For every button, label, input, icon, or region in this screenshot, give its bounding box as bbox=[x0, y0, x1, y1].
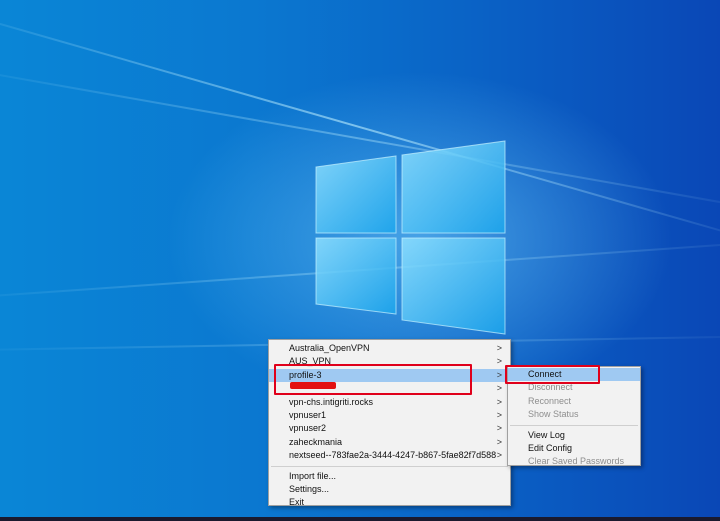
chevron-right-icon: > bbox=[496, 409, 502, 420]
menu-item-label: vpn-chs.intigriti.rocks bbox=[289, 396, 374, 407]
settings-item[interactable]: Settings... bbox=[269, 483, 510, 496]
chevron-right-icon: > bbox=[496, 343, 502, 353]
exit-item[interactable]: Exit bbox=[269, 496, 510, 509]
menu-item-profile[interactable]: zaheckmania > bbox=[269, 436, 510, 449]
annotation-box-connect bbox=[505, 365, 600, 384]
menu-item-label: Australia_OpenVPN bbox=[289, 343, 370, 353]
chevron-right-icon: > bbox=[496, 450, 502, 461]
reconnect-item[interactable]: Reconnect bbox=[508, 395, 640, 408]
chevron-right-icon: > bbox=[496, 423, 502, 434]
import-file-item[interactable]: Import file... bbox=[269, 470, 510, 483]
chevron-right-icon: > bbox=[496, 369, 502, 380]
chevron-right-icon: > bbox=[496, 436, 502, 447]
menu-item-label: nextseed--783fae2a-3444-4247-b867-5fae82… bbox=[289, 450, 497, 461]
menu-item-label: vpnuser2 bbox=[289, 423, 327, 434]
menu-item-profile[interactable]: Australia_OpenVPN > bbox=[269, 342, 510, 355]
annotation-box-profile bbox=[274, 364, 472, 395]
menu-item-profile[interactable]: vpn-chs.intigriti.rocks > bbox=[269, 396, 510, 409]
chevron-right-icon: > bbox=[496, 356, 502, 367]
menu-item-label: vpnuser1 bbox=[289, 409, 327, 420]
show-status-item[interactable]: Show Status bbox=[508, 408, 640, 421]
view-log-item[interactable]: View Log bbox=[508, 429, 640, 442]
menu-item-profile[interactable]: nextseed--783fae2a-3444-4247-b867-5fae82… bbox=[269, 449, 510, 462]
taskbar bbox=[0, 517, 720, 521]
edit-config-item[interactable]: Edit Config bbox=[508, 442, 640, 455]
chevron-right-icon: > bbox=[496, 383, 502, 394]
menu-item-label: zaheckmania bbox=[289, 436, 343, 447]
menu-item-profile[interactable]: vpnuser1 > bbox=[269, 409, 510, 422]
chevron-right-icon: > bbox=[496, 396, 502, 407]
clear-saved-passwords-item[interactable]: Clear Saved Passwords bbox=[508, 455, 640, 468]
menu-separator bbox=[271, 465, 508, 467]
menu-item-profile[interactable]: vpnuser2 > bbox=[269, 422, 510, 435]
menu-separator bbox=[510, 424, 638, 426]
